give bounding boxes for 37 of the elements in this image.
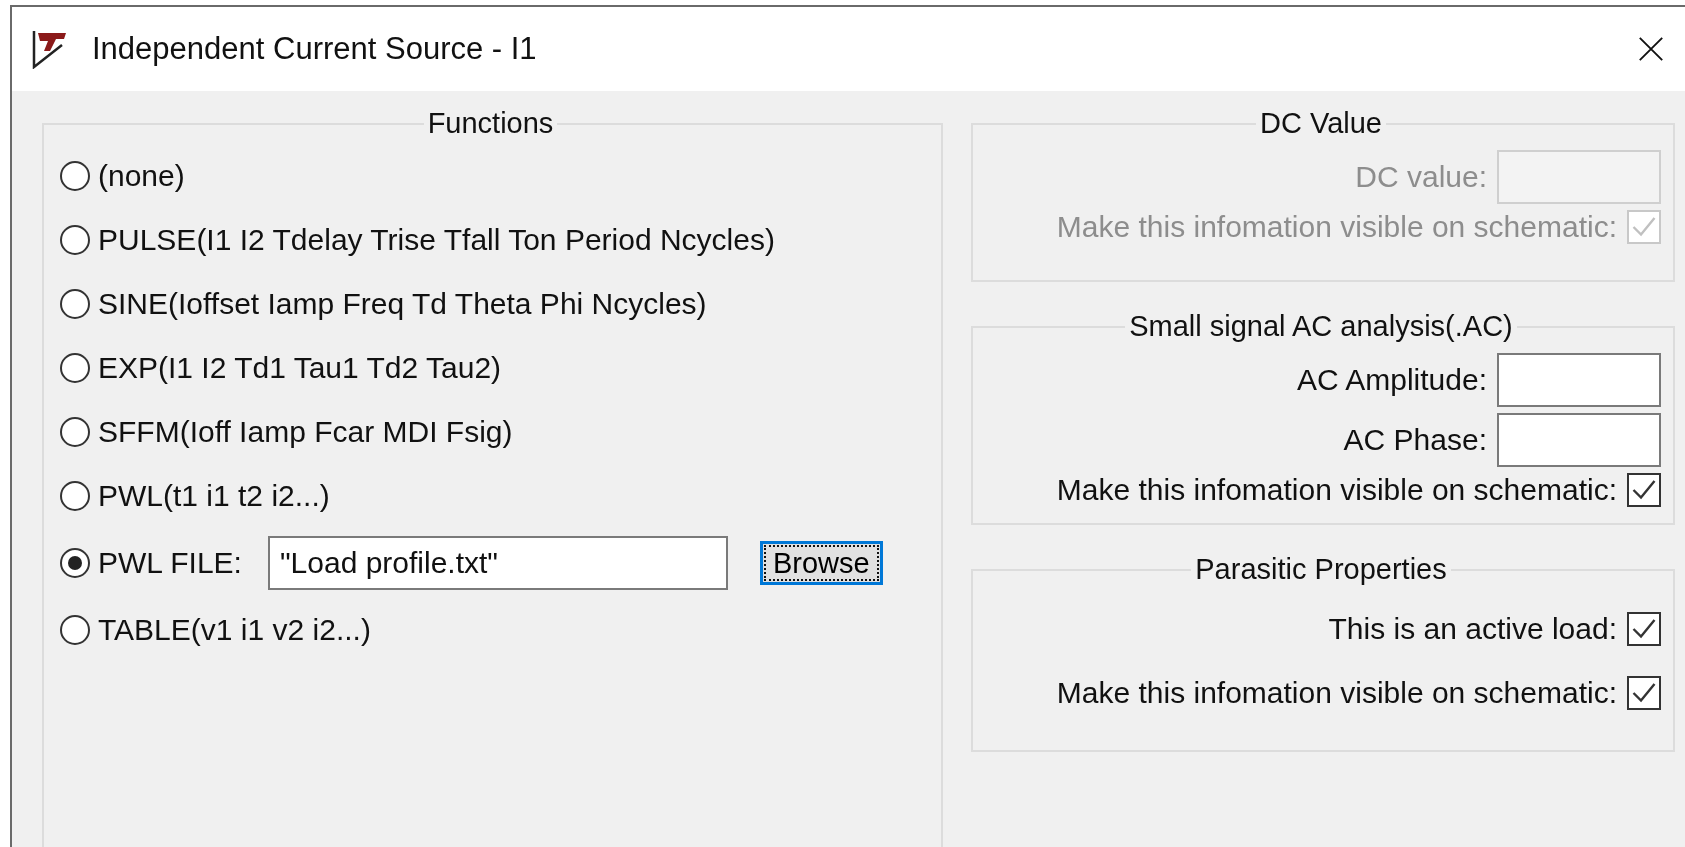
option-label: SFFM(Ioff Iamp Fcar MDI Fsig) [98, 415, 513, 449]
close-icon[interactable] [1637, 35, 1665, 63]
radio-button[interactable] [60, 417, 90, 447]
checkbox-label: Make this infomation visible on schematic: [1056, 210, 1617, 244]
option-label: PWL FILE: [98, 546, 242, 580]
radio-button[interactable] [60, 225, 90, 255]
group-title: DC Value [1259, 107, 1383, 140]
radio-button[interactable] [60, 615, 90, 645]
option-label: (none) [98, 159, 185, 193]
checkbox[interactable] [1627, 676, 1661, 710]
file-field[interactable]: "Load profile.txt" [267, 536, 728, 590]
option-label: PWL(t1 i1 t2 i2...) [98, 479, 330, 513]
group-title: Functions [426, 107, 555, 140]
field-label: AC Amplitude: [1296, 363, 1487, 397]
group-title: Parasitic Properties [1194, 553, 1448, 586]
field-label: DC value: [1355, 160, 1487, 194]
checkbox[interactable] [1627, 612, 1661, 646]
option-label: EXP(I1 I2 Td1 Tau1 Td2 Tau2) [98, 351, 502, 385]
window-title: Independent Current Source - I1 [92, 31, 538, 67]
group-title: Small signal AC analysis(.AC) [1128, 310, 1514, 343]
radio-button[interactable] [60, 289, 90, 319]
checkbox-label: Make this infomation visible on schematic: [1056, 676, 1617, 710]
checkbox[interactable] [1627, 473, 1661, 507]
checkbox-label: This is an active load: [1328, 612, 1617, 646]
field-label: AC Phase: [1343, 423, 1487, 457]
radio-button[interactable] [60, 548, 90, 578]
input-field[interactable] [1497, 353, 1661, 407]
input-field[interactable] [1497, 413, 1661, 467]
option-label: TABLE(v1 i1 v2 i2...) [98, 613, 371, 647]
browse-button[interactable]: Browse [759, 541, 883, 585]
option-label: PULSE(I1 I2 Tdelay Trise Tfall Ton Period Ncycles) [98, 223, 775, 257]
app-logo-icon [32, 29, 68, 69]
radio-button[interactable] [60, 353, 90, 383]
radio-button[interactable] [60, 481, 90, 511]
radio-button[interactable] [60, 161, 90, 191]
checkbox-label: Make this infomation visible on schematic: [1056, 473, 1617, 507]
option-label: SINE(Ioffset Iamp Freq Td Theta Phi Ncycles) [98, 287, 707, 321]
